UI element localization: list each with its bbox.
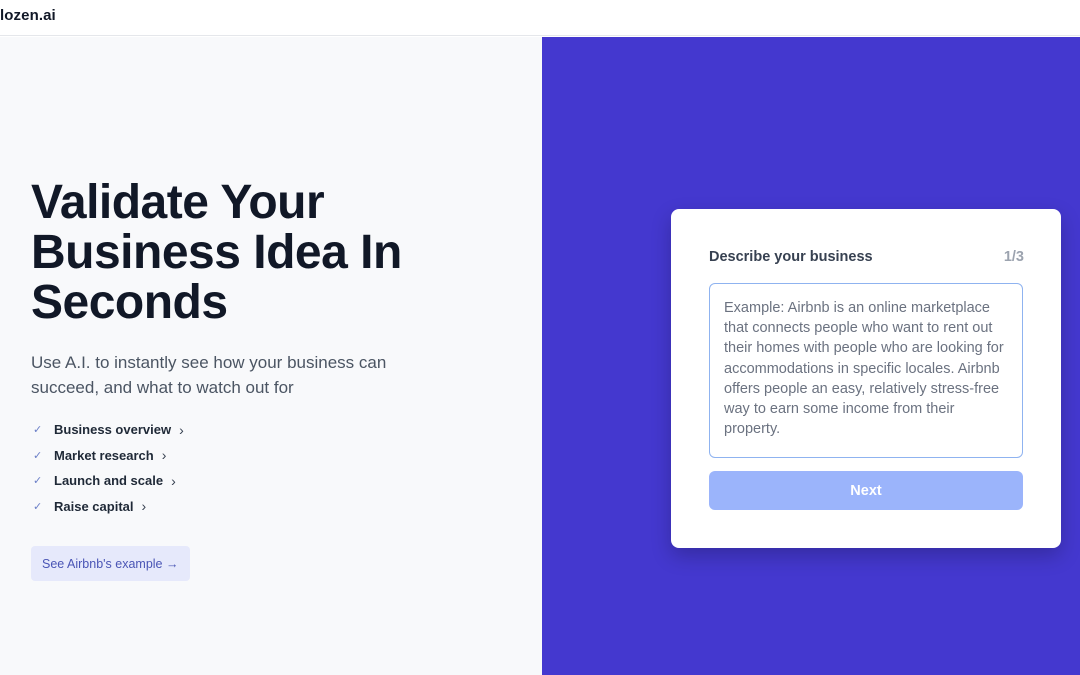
hero-section: Validate Your Business Idea In Seconds U… [0,37,542,675]
chevron-right-icon: › [161,447,167,464]
feature-label: Business overview [54,422,172,438]
feature-item-market-research[interactable]: ✓ Market research › [33,443,184,469]
hero-title: Validate Your Business Idea In Seconds [31,176,402,329]
feature-label: Launch and scale [54,473,164,489]
top-bar: lozen.ai [0,0,1080,36]
feature-item-business-overview[interactable]: ✓ Business overview › [33,417,184,443]
logo[interactable]: lozen.ai [0,7,56,24]
feature-label: Market research [54,447,154,463]
check-icon: ✓ [33,449,43,462]
business-form-card: Describe your business 1/3 Example: Airb… [671,209,1061,548]
form-title: Describe your business [709,249,873,265]
feature-item-raise-capital[interactable]: ✓ Raise capital › [33,494,184,520]
see-example-button[interactable]: See Airbnb's example → [31,546,190,581]
check-icon: ✓ [33,500,43,513]
hero-subtitle: Use A.I. to instantly see how your busin… [31,353,387,397]
form-panel: Describe your business 1/3 Example: Airb… [542,37,1080,675]
next-button[interactable]: Next [709,471,1023,510]
feature-list: ✓ Business overview › ✓ Market research … [33,417,184,519]
step-indicator: 1/3 [1003,249,1024,265]
check-icon: ✓ [33,424,43,437]
chevron-right-icon: › [171,472,176,489]
check-icon: ✓ [33,475,43,488]
feature-label: Raise capital [54,498,134,514]
chevron-right-icon: › [141,498,147,515]
chevron-right-icon: › [179,421,184,438]
business-description-placeholder: Example: Airbnb is an online marketplace… [724,300,1004,438]
business-description-input[interactable]: Example: Airbnb is an online marketplace… [709,283,1023,458]
feature-item-launch-and-scale[interactable]: ✓ Launch and scale › [33,468,184,494]
